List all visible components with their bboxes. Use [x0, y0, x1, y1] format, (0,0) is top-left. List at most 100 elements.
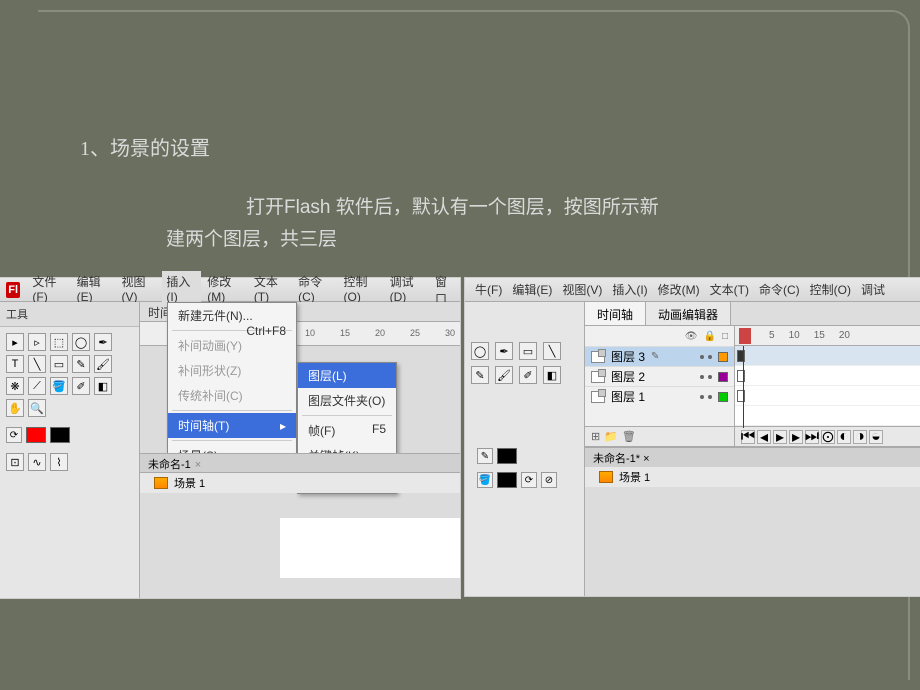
straighten-icon[interactable]: ⌇ — [50, 453, 68, 471]
timeline-layers: 👁 🔒 □ 图层 3 ✎ 图层 2 — [585, 326, 920, 447]
snap-icon[interactable]: ⊡ — [6, 453, 24, 471]
play-icon[interactable]: ▸ — [773, 430, 787, 444]
document-tab[interactable]: 未命名-1× — [140, 453, 460, 473]
step-fwd-icon[interactable]: ▸ — [789, 430, 803, 444]
eraser-tool-icon[interactable]: ◧ — [543, 366, 561, 384]
screenshot-insert-menu: Fl 文件(F) 编辑(E) 视图(V) 插入(I) 修改(M) 文本(T) 命… — [0, 278, 460, 598]
nocolor-icon[interactable]: ⊘ — [541, 472, 557, 488]
text-tool-icon[interactable]: T — [6, 355, 24, 373]
eyedropper-icon[interactable]: ✐ — [72, 377, 90, 395]
outline-icon[interactable]: □ — [722, 331, 728, 342]
end-icon[interactable]: ⏭ — [805, 430, 819, 444]
pencil-tool-icon[interactable]: ✎ — [471, 366, 489, 384]
menu-modify[interactable]: 修改(M) — [654, 279, 704, 300]
menu-timeline[interactable]: 时间轴(T)▸ — [168, 413, 296, 438]
step-back-icon[interactable]: ◂ — [757, 430, 771, 444]
eyedropper-icon[interactable]: ✐ — [519, 366, 537, 384]
pencil-tool-icon[interactable]: ✎ — [72, 355, 90, 373]
layer-list: 👁 🔒 □ 图层 3 ✎ 图层 2 — [585, 326, 735, 446]
delete-layer-icon[interactable]: 🗑 — [622, 430, 636, 443]
submenu-layer-folder[interactable]: 图层文件夹(O) — [298, 388, 396, 413]
onion-icon[interactable]: ◐ — [837, 430, 851, 444]
fill-color[interactable] — [497, 472, 517, 488]
layer-icon — [591, 351, 605, 363]
tools-title: 工具 — [0, 302, 139, 327]
stroke-color[interactable] — [26, 427, 46, 443]
brush-tool-icon[interactable]: 🖌 — [94, 355, 112, 373]
rect-tool-icon[interactable]: ▭ — [519, 342, 537, 360]
playhead-line[interactable] — [743, 346, 744, 428]
document-tab[interactable]: 未命名-1* × — [585, 447, 920, 467]
layer-name: 图层 3 — [611, 348, 645, 365]
pen-tool-icon[interactable]: ✒ — [94, 333, 112, 351]
close-icon[interactable]: × — [195, 459, 201, 471]
menu-debug[interactable]: 调试 — [857, 279, 889, 300]
center-icon[interactable]: ⊙ — [821, 430, 835, 444]
fill-icon[interactable]: 🪣 — [477, 472, 493, 488]
tab-timeline[interactable]: 时间轴 — [585, 302, 646, 325]
smooth-icon[interactable]: ∿ — [28, 453, 46, 471]
pen-tool-icon[interactable]: ✒ — [495, 342, 513, 360]
layer-row[interactable]: 图层 2 — [585, 366, 734, 386]
stroke-swap-icon[interactable]: ⟳ — [6, 427, 22, 443]
layer-color[interactable] — [718, 392, 728, 402]
playhead-icon[interactable] — [739, 328, 751, 344]
layer-color[interactable] — [718, 372, 728, 382]
bone-tool-icon[interactable]: ⟋ — [28, 377, 46, 395]
free-transform-icon[interactable]: ⬚ — [50, 333, 68, 351]
deco-tool-icon[interactable]: ❋ — [6, 377, 24, 395]
menu-edit[interactable]: 编辑(E) — [508, 279, 556, 300]
submenu-layer[interactable]: 图层(L) — [298, 363, 396, 388]
layer-name: 图层 2 — [611, 368, 645, 385]
new-layer-icon[interactable]: ⊞ — [591, 430, 600, 443]
tab-motion-editor[interactable]: 动画编辑器 — [646, 302, 731, 325]
stroke-icon[interactable]: ✎ — [477, 448, 493, 464]
lasso-tool-icon[interactable]: ◯ — [471, 342, 489, 360]
chevron-right-icon: ▸ — [280, 419, 286, 433]
rewind-icon[interactable]: ⏮ — [741, 430, 755, 444]
menu-insert[interactable]: 插入(I) — [608, 279, 651, 300]
menu-file[interactable]: 牛(F) — [471, 279, 506, 300]
tools-panel: 工具 ▸ ▹ ⬚ ◯ ✒ T ╲ ▭ ✎ 🖌 ❋ ⟋ 🪣 ✐ ◧ ✋ 🔍 — [0, 302, 140, 598]
new-folder-icon[interactable]: 📁 — [604, 430, 618, 443]
submenu-frame[interactable]: 帧(F)F5 — [298, 418, 396, 443]
stroke-color[interactable] — [497, 448, 517, 464]
layer-row[interactable]: 图层 1 — [585, 386, 734, 406]
stage[interactable] — [280, 518, 460, 578]
menu-new-symbol[interactable]: 新建元件(N)... Ctrl+F8 — [168, 303, 296, 328]
layer-row[interactable]: 图层 3 ✎ — [585, 346, 734, 366]
scene-breadcrumb[interactable]: 场景 1 — [140, 473, 460, 493]
insert-dropdown: 新建元件(N)... Ctrl+F8 补间动画(Y) 补间形状(Z) 传统补间(… — [167, 302, 297, 469]
swap-icon[interactable]: ⟳ — [521, 472, 537, 488]
onion-edit-icon[interactable]: ◑ — [853, 430, 867, 444]
frames-grid[interactable]: 5 10 15 20 ⏮ ◂ ▸ ▸ ⏭ — [735, 326, 920, 446]
eraser-tool-icon[interactable]: ◧ — [94, 377, 112, 395]
layer-color[interactable] — [718, 352, 728, 362]
bucket-tool-icon[interactable]: 🪣 — [50, 377, 68, 395]
body-line1: 打开Flash 软件后，默认有一个图层，按图所示新 — [246, 197, 659, 218]
menu-view[interactable]: 视图(V) — [558, 279, 606, 300]
panel-tabs: 时间轴 动画编辑器 — [585, 302, 920, 326]
eye-icon[interactable]: 👁 — [685, 331, 698, 342]
line-tool-icon[interactable]: ╲ — [28, 355, 46, 373]
menu-command[interactable]: 命令(C) — [755, 279, 804, 300]
brush-tool-icon[interactable]: 🖌 — [495, 366, 513, 384]
rect-tool-icon[interactable]: ▭ — [50, 355, 68, 373]
slide-heading: 1、场景的设置 — [80, 132, 210, 161]
line-tool-icon[interactable]: ╲ — [543, 342, 561, 360]
tools-panel: ◯ ✒ ▭ ╲ ✎ 🖌 ✐ ◧ ✎ 🪣 ⟳ ⊘ — [465, 302, 585, 596]
menu-text[interactable]: 文本(T) — [706, 279, 753, 300]
layer-controls: ⊞ 📁 🗑 — [585, 426, 734, 446]
lock-icon[interactable]: 🔒 — [704, 331, 716, 342]
fill-color[interactable] — [50, 427, 70, 443]
layer-icon — [591, 391, 605, 403]
subselection-tool-icon[interactable]: ▹ — [28, 333, 46, 351]
menu-control[interactable]: 控制(O) — [806, 279, 855, 300]
zoom-tool-icon[interactable]: 🔍 — [28, 399, 46, 417]
hand-tool-icon[interactable]: ✋ — [6, 399, 24, 417]
close-icon[interactable]: × — [640, 453, 649, 465]
lasso-tool-icon[interactable]: ◯ — [72, 333, 90, 351]
scene-breadcrumb[interactable]: 场景 1 — [585, 467, 920, 487]
onion-mark-icon[interactable]: ◒ — [869, 430, 883, 444]
selection-tool-icon[interactable]: ▸ — [6, 333, 24, 351]
